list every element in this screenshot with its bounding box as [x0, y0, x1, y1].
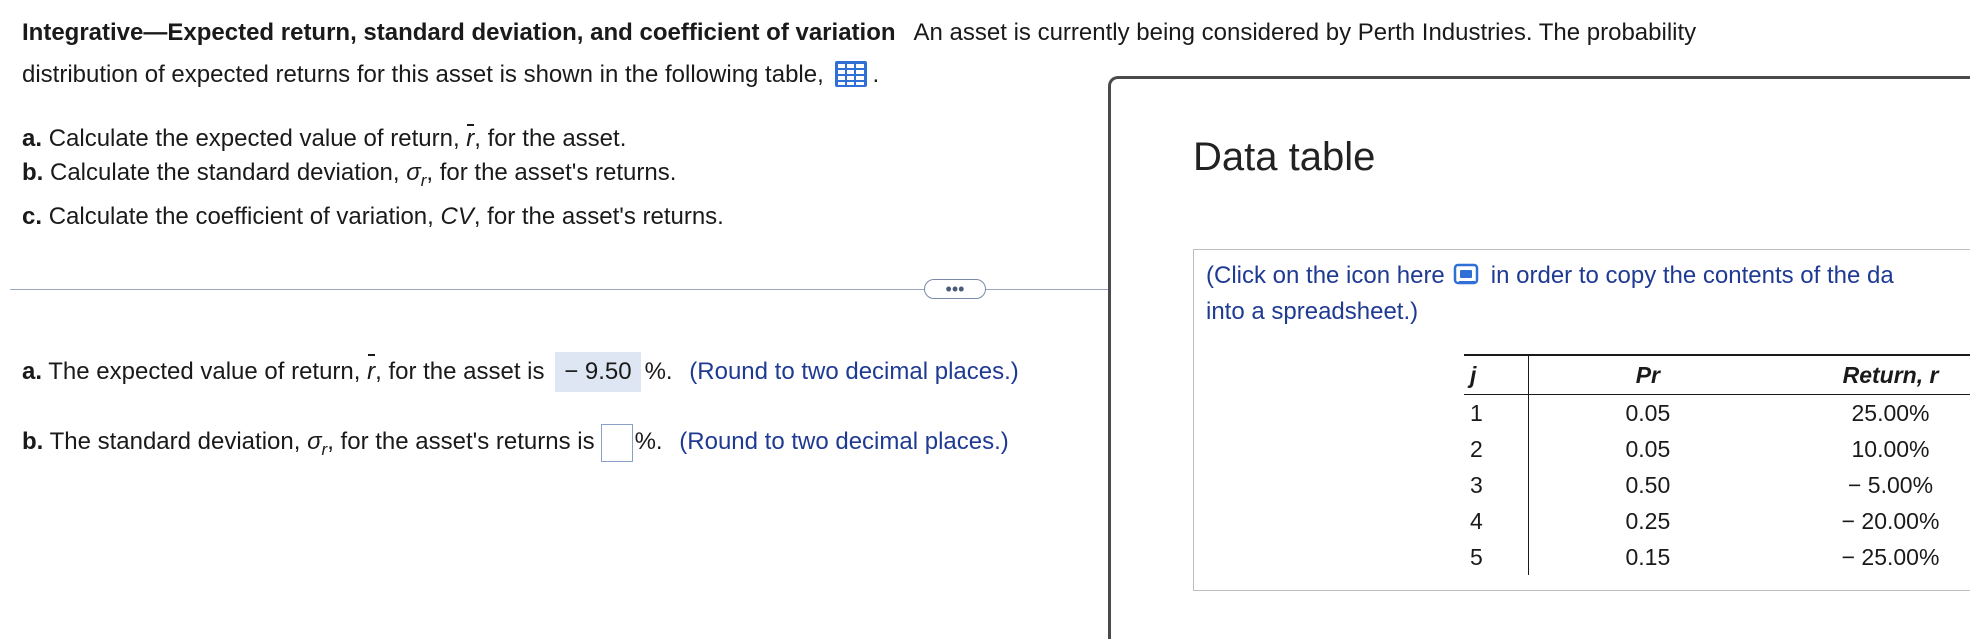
table-grid-icon[interactable] [834, 60, 868, 88]
table-row: 5 0.15 − 25.00% [1464, 539, 1970, 575]
header-pr: Pr [1528, 354, 1768, 395]
sigma-symbol: σ [406, 159, 421, 186]
answer-a-value[interactable]: − 9.50 [555, 352, 641, 392]
answer-a-row: a. The expected value of return, r, for … [22, 352, 1019, 392]
table-row: 3 0.50 − 5.00% [1464, 467, 1970, 503]
problem-text-line1: An asset is currently being considered b… [913, 19, 1697, 46]
sigma-symbol: σ [307, 428, 322, 455]
copy-note: (Click on the icon here in order to copy… [1206, 262, 1894, 325]
table-row: 1 0.05 25.00% [1464, 394, 1970, 431]
answer-b-row: b. The standard deviation, σr, for the a… [22, 422, 1019, 462]
parts-list: a. Calculate the expected value of retur… [22, 122, 724, 234]
problem-text-line2: distribution of expected returns for thi… [22, 61, 824, 88]
answer-b-input[interactable] [600, 423, 633, 462]
r-bar-symbol: r [466, 122, 475, 156]
problem-title: Integrative—Expected return, standard de… [22, 19, 896, 46]
r-bar-symbol: r [367, 352, 376, 392]
problem-after-icon: . [872, 61, 880, 88]
data-table-title: Data table [1193, 135, 1376, 179]
cv-symbol: CV [440, 203, 474, 230]
answers-section: a. The expected value of return, r, for … [22, 352, 1019, 462]
table-row: 4 0.25 − 20.00% [1464, 503, 1970, 539]
copy-to-spreadsheet-icon[interactable] [1453, 262, 1481, 286]
more-options-button[interactable]: ••• [924, 279, 986, 299]
part-c: c. Calculate the coefficient of variatio… [22, 203, 724, 230]
returns-table: j Pr Return, r 1 0.05 25.00% 2 0.05 10.0… [1464, 354, 1970, 575]
data-table-panel: Data table (Click on the icon here in or… [1108, 76, 1970, 639]
answer-b-hint: (Round to two decimal places.) [679, 428, 1009, 455]
part-b: b. Calculate the standard deviation, σr,… [22, 159, 677, 190]
header-j: j [1464, 354, 1529, 395]
table-row: 2 0.05 10.00% [1464, 431, 1970, 467]
part-a: a. Calculate the expected value of retur… [22, 122, 724, 156]
data-table-box: (Click on the icon here in order to copy… [1193, 249, 1970, 591]
table-header-row: j Pr Return, r [1464, 354, 1970, 395]
header-return: Return, r [1767, 354, 1970, 395]
answer-a-hint: (Round to two decimal places.) [689, 358, 1019, 385]
